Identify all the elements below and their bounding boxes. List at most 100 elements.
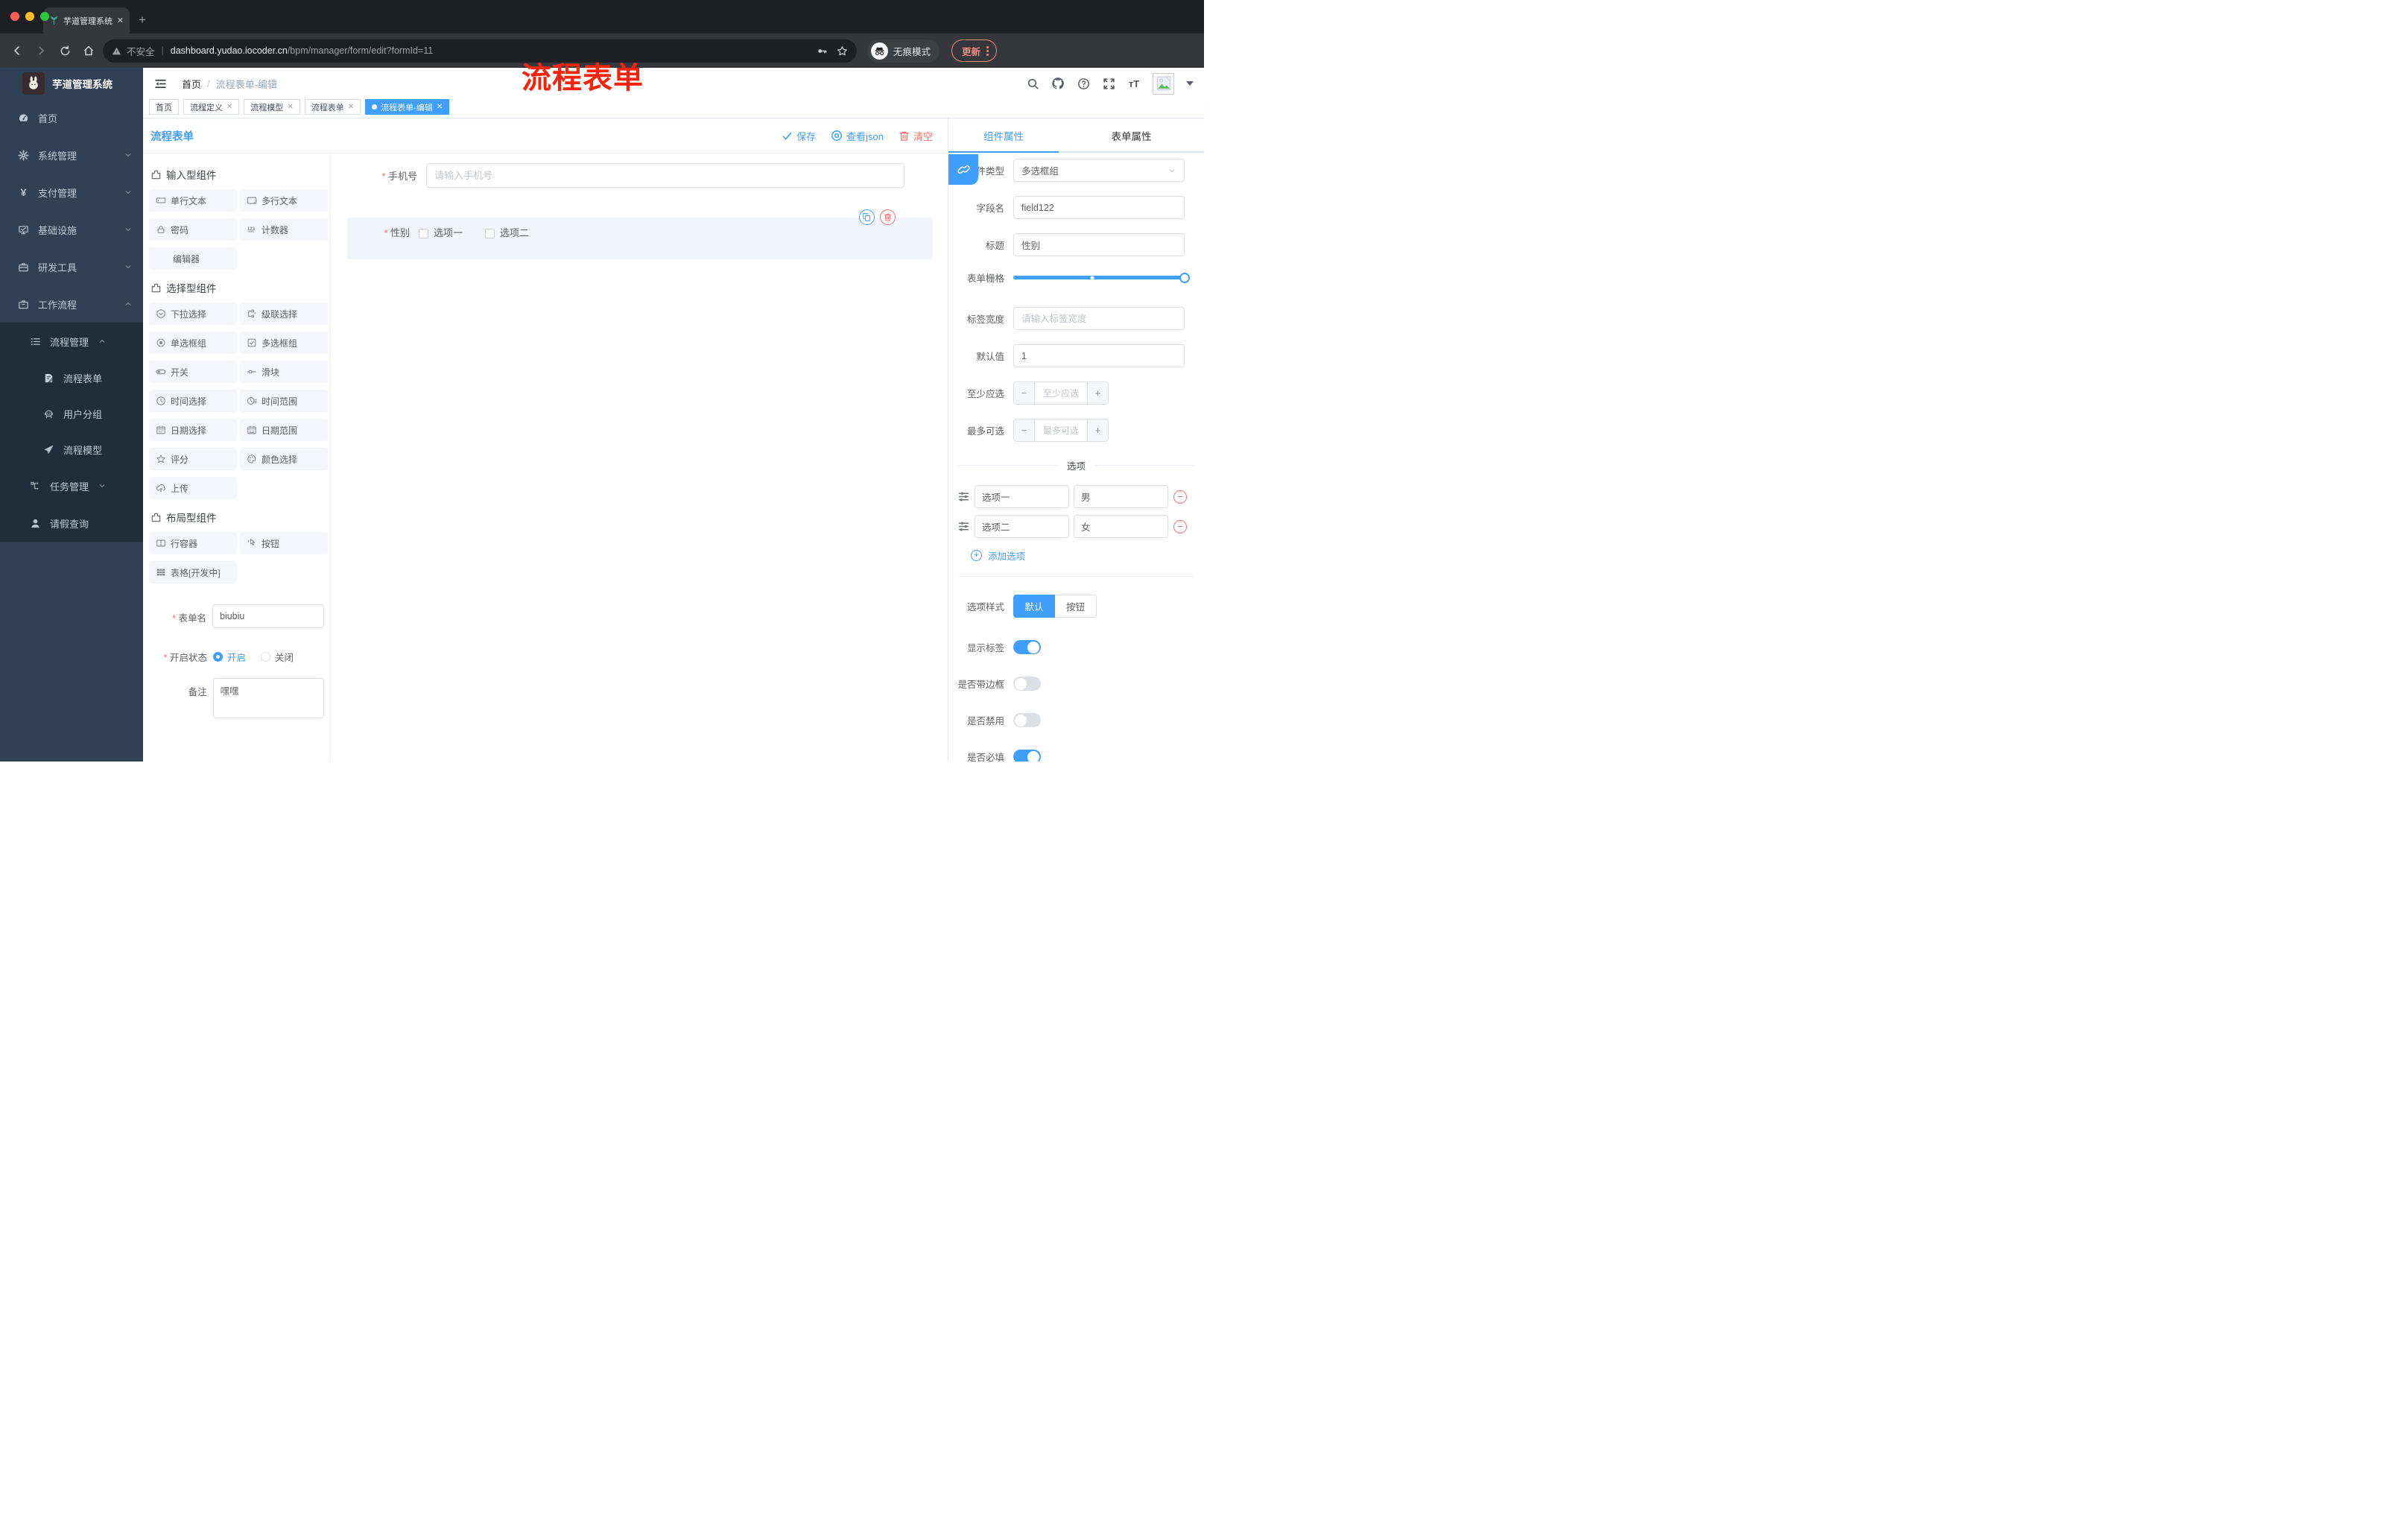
min-select-input[interactable] (1035, 382, 1087, 404)
delete-component-button[interactable] (880, 209, 896, 225)
drag-handle-icon[interactable] (957, 520, 970, 533)
zoom-window-button[interactable] (40, 12, 49, 21)
palette-item-checkbox-group[interactable]: 多选框组 (240, 332, 328, 354)
forward-icon[interactable] (31, 41, 51, 60)
gender-option-1[interactable]: 选项一 (419, 225, 463, 241)
slider-handle[interactable] (1179, 272, 1190, 283)
reload-icon[interactable] (55, 41, 75, 60)
avatar-dropdown-caret[interactable] (1186, 81, 1194, 86)
palette-item-slider[interactable]: 滑块 (240, 361, 328, 383)
plus-button[interactable]: + (1087, 419, 1108, 441)
sidebar-item-infrastructure[interactable]: 基础设施 (0, 211, 143, 248)
tag-process-form-edit[interactable]: 流程表单-编辑 ✕ (365, 99, 450, 115)
github-icon[interactable] (1051, 77, 1065, 90)
palette-item-button[interactable]: 按钮 (240, 532, 328, 554)
home-icon[interactable] (79, 41, 98, 60)
palette-item-multi-line-text[interactable]: 多行文本 (240, 189, 328, 212)
option-label-input[interactable] (975, 485, 1069, 508)
show-label-toggle[interactable] (1013, 640, 1041, 654)
style-default-button[interactable]: 默认 (1013, 595, 1055, 618)
sidebar-item-workflow[interactable]: 工作流程 (0, 285, 143, 323)
remove-option-button[interactable]: − (1173, 519, 1187, 533)
close-icon[interactable]: ✕ (348, 103, 354, 111)
remove-option-button[interactable]: − (1173, 490, 1187, 504)
palette-item-editor[interactable]: 编辑器 (149, 247, 237, 270)
palette-item-counter[interactable]: 123 计数器 (240, 218, 328, 241)
new-tab-button[interactable]: + (139, 13, 146, 28)
tab-close-icon[interactable]: ✕ (117, 16, 124, 25)
palette-item-switch[interactable]: 开关 (149, 361, 237, 383)
style-button-button[interactable]: 按钮 (1055, 595, 1097, 618)
tab-component-props[interactable]: 组件属性 (948, 118, 1059, 153)
sidebar-item-process-form[interactable]: 流程表单 (0, 360, 143, 396)
password-key-icon[interactable] (817, 45, 828, 57)
option-value-input[interactable] (1074, 515, 1168, 538)
minus-button[interactable]: − (1014, 419, 1035, 441)
back-icon[interactable] (7, 41, 27, 60)
sidebar-item-user-group[interactable]: 用户分组 (0, 396, 143, 431)
tag-process-model[interactable]: 流程模型 ✕ (244, 99, 300, 115)
status-open-radio[interactable]: 开启 (213, 650, 246, 664)
option-label-input[interactable] (975, 515, 1069, 538)
copy-component-button[interactable] (859, 209, 875, 225)
required-toggle[interactable] (1013, 750, 1041, 762)
title-input[interactable] (1013, 233, 1185, 256)
max-select-input[interactable] (1035, 419, 1087, 441)
border-toggle[interactable] (1013, 677, 1041, 691)
close-window-button[interactable] (10, 12, 19, 21)
chrome-update-button[interactable]: 更新 (951, 39, 998, 62)
checkbox-icon[interactable] (419, 228, 428, 238)
palette-item-time-range[interactable]: 时间范围 (240, 390, 328, 412)
sidebar-item-process-model[interactable]: 流程模型 (0, 431, 143, 467)
tab-form-props[interactable]: 表单属性 (1059, 118, 1204, 153)
form-grid-slider[interactable] (1013, 272, 1190, 283)
close-icon[interactable]: ✕ (287, 103, 293, 111)
security-warning-icon[interactable] (112, 46, 121, 56)
disabled-toggle[interactable] (1013, 713, 1041, 727)
tag-home[interactable]: 首页 (149, 99, 179, 115)
palette-item-date-range[interactable]: 日期范围 (240, 419, 328, 441)
palette-item-upload[interactable]: 上传 (149, 477, 237, 499)
palette-item-time-picker[interactable]: 时间选择 (149, 390, 237, 412)
tag-process-form[interactable]: 流程表单 ✕ (304, 99, 361, 115)
palette-item-select[interactable]: 下拉选择 (149, 303, 237, 325)
bookmark-star-icon[interactable] (837, 45, 848, 57)
form-name-input[interactable] (212, 604, 324, 628)
fullscreen-icon[interactable] (1102, 77, 1115, 90)
component-type-select[interactable]: 多选框组 (1013, 159, 1185, 182)
url-text[interactable]: dashboard.yudao.iocoder.cn/bpm/manager/f… (171, 45, 433, 56)
option-value-input[interactable] (1074, 485, 1168, 508)
add-option-button[interactable]: + 添加选项 (948, 548, 1204, 563)
tag-process-definition[interactable]: 流程定义 ✕ (183, 99, 240, 115)
search-icon[interactable] (1026, 77, 1039, 90)
sidebar-item-system[interactable]: 系统管理 (0, 136, 143, 174)
font-size-icon[interactable]: тT (1127, 77, 1141, 90)
security-label[interactable]: 不安全 (127, 44, 155, 58)
save-button[interactable]: 保存 (782, 129, 816, 143)
minus-button[interactable]: − (1014, 382, 1035, 404)
palette-item-date-picker[interactable]: 日期选择 (149, 419, 237, 441)
sidebar-item-process-mgmt[interactable]: 流程管理 (0, 323, 143, 360)
palette-item-color-picker[interactable]: 颜色选择 (240, 448, 328, 470)
plus-button[interactable]: + (1087, 382, 1108, 404)
checkbox-icon[interactable] (485, 228, 495, 238)
palette-item-radio-group[interactable]: 单选框组 (149, 332, 237, 354)
palette-item-table[interactable]: 表格[开发中] (149, 561, 237, 583)
breadcrumb-home[interactable]: 首页 (182, 77, 201, 91)
close-icon[interactable]: ✕ (437, 103, 443, 111)
sidebar-item-payment[interactable]: ¥ 支付管理 (0, 174, 143, 211)
browser-menu-icon[interactable] (986, 45, 989, 56)
link-icon-button[interactable] (948, 154, 978, 185)
palette-item-password[interactable]: 密码 (149, 218, 237, 241)
sidebar-item-leave-query[interactable]: 请假查询 (0, 504, 143, 542)
help-icon[interactable] (1077, 77, 1090, 90)
gender-option-2[interactable]: 选项二 (485, 225, 529, 241)
palette-item-single-line-text[interactable]: 单行文本 (149, 189, 237, 212)
palette-item-row-container[interactable]: 行容器 (149, 532, 237, 554)
phone-field-input[interactable] (426, 163, 904, 188)
status-closed-radio[interactable]: 关闭 (261, 650, 294, 664)
sidebar-logo[interactable]: 芋道管理系统 (0, 68, 143, 99)
canvas-field-phone[interactable]: 手机号 (338, 163, 933, 188)
browser-tab[interactable]: 芋道管理系统 ✕ (43, 7, 130, 34)
avatar[interactable] (1153, 72, 1174, 95)
